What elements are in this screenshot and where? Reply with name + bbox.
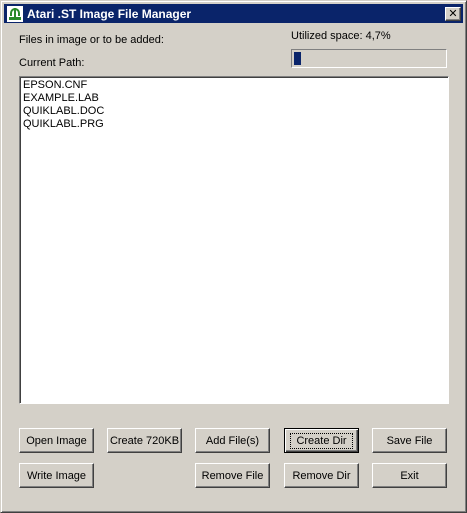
- file-list-item[interactable]: EPSON.CNF: [23, 79, 445, 92]
- remove-file-button[interactable]: Remove File: [195, 463, 270, 488]
- add-files-button[interactable]: Add File(s): [195, 428, 270, 453]
- window-title: Atari .ST Image File Manager: [27, 6, 192, 21]
- utilized-space-progress-bar: [291, 49, 447, 68]
- file-manager-window: Atari .ST Image File Manager ✕ Files in …: [0, 0, 467, 513]
- files-label: Files in image or to be added:: [19, 34, 164, 46]
- exit-button[interactable]: Exit: [372, 463, 447, 488]
- atari-logo-icon: [7, 5, 23, 22]
- open-image-button[interactable]: Open Image: [19, 428, 94, 453]
- utilized-space-label: Utilized space: 4,7%: [291, 30, 391, 42]
- file-list[interactable]: EPSON.CNF EXAMPLE.LAB QUIKLABL.DOC QUIKLABL…: [19, 76, 449, 404]
- file-list-item[interactable]: EXAMPLE.LAB: [23, 92, 445, 105]
- file-list-item[interactable]: QUIKLABL.DOC: [23, 105, 445, 118]
- remove-dir-button[interactable]: Remove Dir: [284, 463, 359, 488]
- create-720kb-button[interactable]: Create 720KB: [107, 428, 182, 453]
- current-path-label: Current Path:: [19, 57, 85, 69]
- progress-fill: [294, 52, 302, 65]
- close-button[interactable]: ✕: [445, 6, 461, 21]
- close-icon: ✕: [448, 7, 458, 20]
- save-file-button[interactable]: Save File: [372, 428, 447, 453]
- title-bar[interactable]: Atari .ST Image File Manager ✕: [4, 4, 463, 23]
- create-dir-button[interactable]: Create Dir: [284, 428, 359, 453]
- write-image-button[interactable]: Write Image: [19, 463, 94, 488]
- file-list-item[interactable]: QUIKLABL.PRG: [23, 118, 445, 131]
